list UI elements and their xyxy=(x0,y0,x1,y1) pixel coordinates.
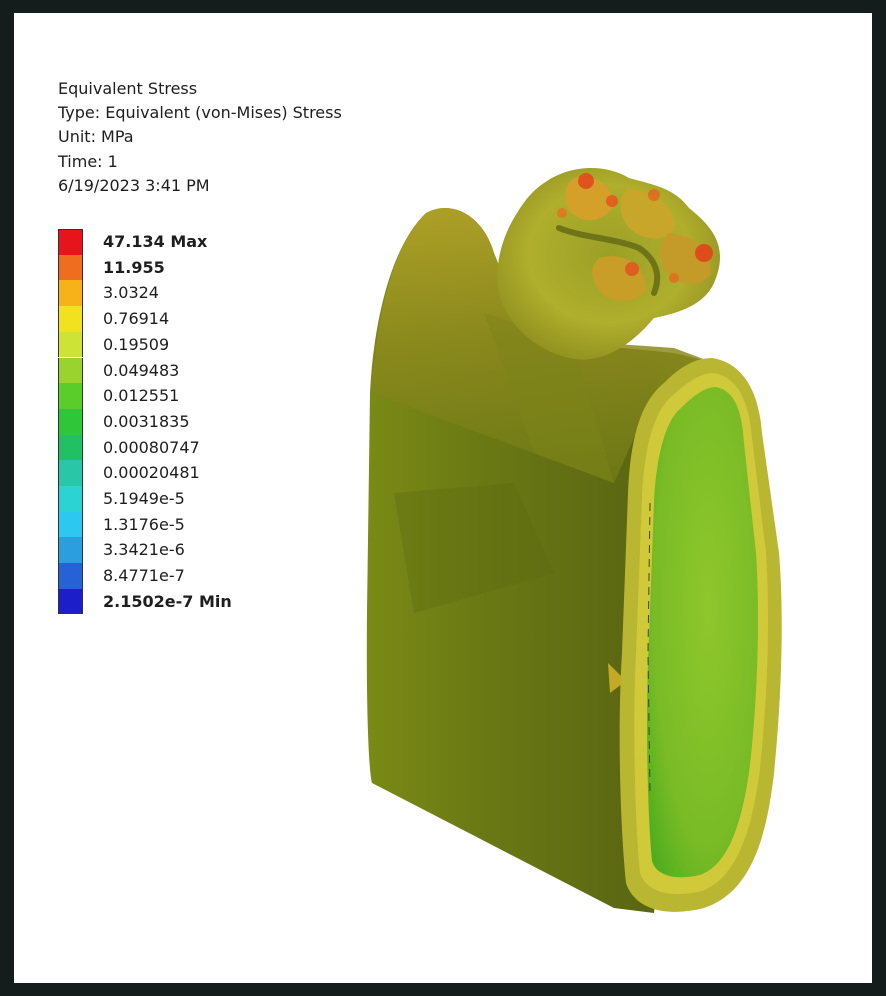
legend-swatch xyxy=(58,434,83,461)
hotspot-6 xyxy=(557,208,567,218)
legend-label: 0.00080747 xyxy=(103,437,200,457)
legend-label: 0.76914 xyxy=(103,309,170,329)
legend-entry: 0.00080747 xyxy=(58,434,318,461)
legend-swatch xyxy=(58,486,83,512)
legend-label: 0.012551 xyxy=(103,386,180,406)
result-time: Time: 1 xyxy=(58,151,118,171)
legend-entry: 0.76914 xyxy=(58,306,318,332)
legend-label: 8.4771e-7 xyxy=(103,566,185,586)
legend-label: 0.19509 xyxy=(103,334,170,354)
legend-entry: 0.049483 xyxy=(58,357,318,384)
cross-section-fill xyxy=(647,387,758,878)
legend-entry: 3.0324 xyxy=(58,280,318,307)
legend-swatch xyxy=(58,460,83,486)
legend-swatch xyxy=(58,408,83,435)
hotspot-7 xyxy=(669,273,679,283)
legend-entry: 0.19509 xyxy=(58,331,318,358)
legend-label: 5.1949e-5 xyxy=(103,489,185,508)
legend-entry: 0.012551 xyxy=(58,383,318,409)
legend-swatch xyxy=(58,357,83,384)
legend-label: 0.0031835 xyxy=(103,411,190,431)
legend-swatch xyxy=(58,254,83,281)
viewport: Equivalent Stress Type: Equivalent (von-… xyxy=(14,13,872,983)
legend-label: 3.3421e-6 xyxy=(103,540,185,560)
legend-label: 11.955 xyxy=(103,257,165,277)
legend-entry: 11.955 xyxy=(58,254,318,281)
result-unit: Unit: MPa xyxy=(58,127,134,147)
hotspot-2 xyxy=(606,195,618,207)
legend-label: 2.1502e-7 Min xyxy=(103,591,232,611)
legend-entry: 0.0031835 xyxy=(58,408,318,435)
legend-label: 0.049483 xyxy=(103,360,180,380)
legend-swatch xyxy=(58,563,83,589)
legend-swatch xyxy=(58,331,83,358)
result-date: 6/19/2023 3:41 PM xyxy=(58,175,210,195)
hotspot-5 xyxy=(625,262,639,276)
legend-entry: 2.1502e-7 Min xyxy=(58,588,318,615)
legend-entry: 5.1949e-5 xyxy=(58,486,318,512)
hotspot-3 xyxy=(648,189,660,201)
legend-entry: 0.00020481 xyxy=(58,460,318,486)
legend-swatch xyxy=(58,229,83,255)
legend-swatch xyxy=(58,511,83,538)
result-title: Equivalent Stress xyxy=(58,79,198,98)
result-info: Equivalent Stress Type: Equivalent (von-… xyxy=(58,77,342,198)
legend-swatch xyxy=(58,383,83,409)
hotspot-4 xyxy=(695,244,713,262)
legend-entry: 1.3176e-5 xyxy=(58,511,318,538)
hotspot-1 xyxy=(578,173,594,189)
legend-swatch xyxy=(58,280,83,307)
legend-swatch xyxy=(58,537,83,564)
legend-label: 0.00020481 xyxy=(103,463,200,483)
legend-label: 3.0324 xyxy=(103,283,159,303)
legend-entry: 8.4771e-7 xyxy=(58,563,318,589)
legend-entry: 47.134 Max xyxy=(58,229,318,255)
legend-entry: 3.3421e-6 xyxy=(58,537,318,564)
result-type: Type: Equivalent (von-Mises) Stress xyxy=(58,103,342,123)
legend-label: 1.3176e-5 xyxy=(103,514,185,534)
legend-label: 47.134 Max xyxy=(103,232,208,251)
legend-swatch xyxy=(58,306,83,332)
legend-swatch xyxy=(58,588,83,615)
